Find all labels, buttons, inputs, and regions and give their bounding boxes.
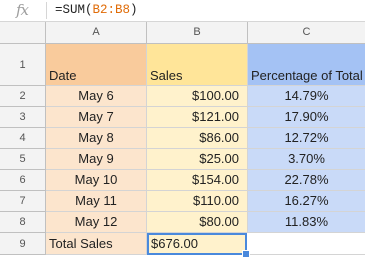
cell-b1-sales-header[interactable]: Sales (147, 44, 248, 86)
formula-bar: fx =SUM(B2:B8) (0, 0, 365, 22)
row-header-8[interactable]: 8 (0, 212, 46, 233)
cell-a1-date-header[interactable]: Date (46, 44, 147, 86)
fx-icon: fx (16, 1, 29, 19)
spreadsheet-grid: A B C 1 2 3 4 5 6 7 8 9 Date Sales Perce… (0, 22, 365, 258)
table-cell-date[interactable]: May 12 (46, 212, 147, 233)
table-cell-percentage[interactable]: 17.90% (248, 107, 365, 128)
formula-range: B2:B8 (92, 3, 131, 17)
table-cell-percentage[interactable]: 11.83% (248, 212, 365, 233)
row-header-5[interactable]: 5 (0, 149, 46, 170)
formula-prefix: =SUM( (55, 3, 93, 17)
row-header-7[interactable]: 7 (0, 191, 46, 212)
select-all-corner[interactable] (0, 22, 46, 44)
row-header-3[interactable]: 3 (0, 107, 46, 128)
column-header-c[interactable]: C (248, 22, 365, 44)
table-cell-date[interactable]: May 7 (46, 107, 147, 128)
table-cell-sales[interactable]: $121.00 (147, 107, 248, 128)
formula-input[interactable]: =SUM(B2:B8) (55, 3, 138, 17)
cell-a9-total-label[interactable]: Total Sales (46, 233, 147, 255)
cell-b9-total-value[interactable]: $676.00 (147, 233, 247, 255)
row-header-2[interactable]: 2 (0, 86, 46, 107)
table-cell-sales[interactable]: $100.00 (147, 86, 248, 107)
row-header-9[interactable]: 9 (0, 233, 46, 255)
row-header-1[interactable]: 1 (0, 44, 46, 86)
table-cell-date[interactable]: May 8 (46, 128, 147, 149)
row-header-6[interactable]: 6 (0, 170, 46, 191)
formula-suffix: ) (130, 3, 138, 17)
table-cell-percentage[interactable]: 16.27% (248, 191, 365, 212)
cell-c9-empty[interactable] (248, 233, 365, 255)
column-header-a[interactable]: A (46, 22, 147, 44)
table-cell-date[interactable]: May 6 (46, 86, 147, 107)
table-cell-sales[interactable]: $80.00 (147, 212, 248, 233)
row-header-4[interactable]: 4 (0, 128, 46, 149)
table-cell-date[interactable]: May 10 (46, 170, 147, 191)
table-cell-sales[interactable]: $110.00 (147, 191, 248, 212)
table-cell-sales[interactable]: $25.00 (147, 149, 248, 170)
column-header-b[interactable]: B (147, 22, 248, 44)
table-cell-percentage[interactable]: 22.78% (248, 170, 365, 191)
table-cell-date[interactable]: May 11 (46, 191, 147, 212)
table-cell-percentage[interactable]: 12.72% (248, 128, 365, 149)
table-cell-percentage[interactable]: 14.79% (248, 86, 365, 107)
table-cell-percentage[interactable]: 3.70% (248, 149, 365, 170)
table-cell-sales[interactable]: $154.00 (147, 170, 248, 191)
table-cell-sales[interactable]: $86.00 (147, 128, 248, 149)
cell-c1-percentage-header[interactable]: Percentage of Total (248, 44, 365, 86)
table-cell-date[interactable]: May 9 (46, 149, 147, 170)
formula-bar-divider (46, 2, 47, 19)
